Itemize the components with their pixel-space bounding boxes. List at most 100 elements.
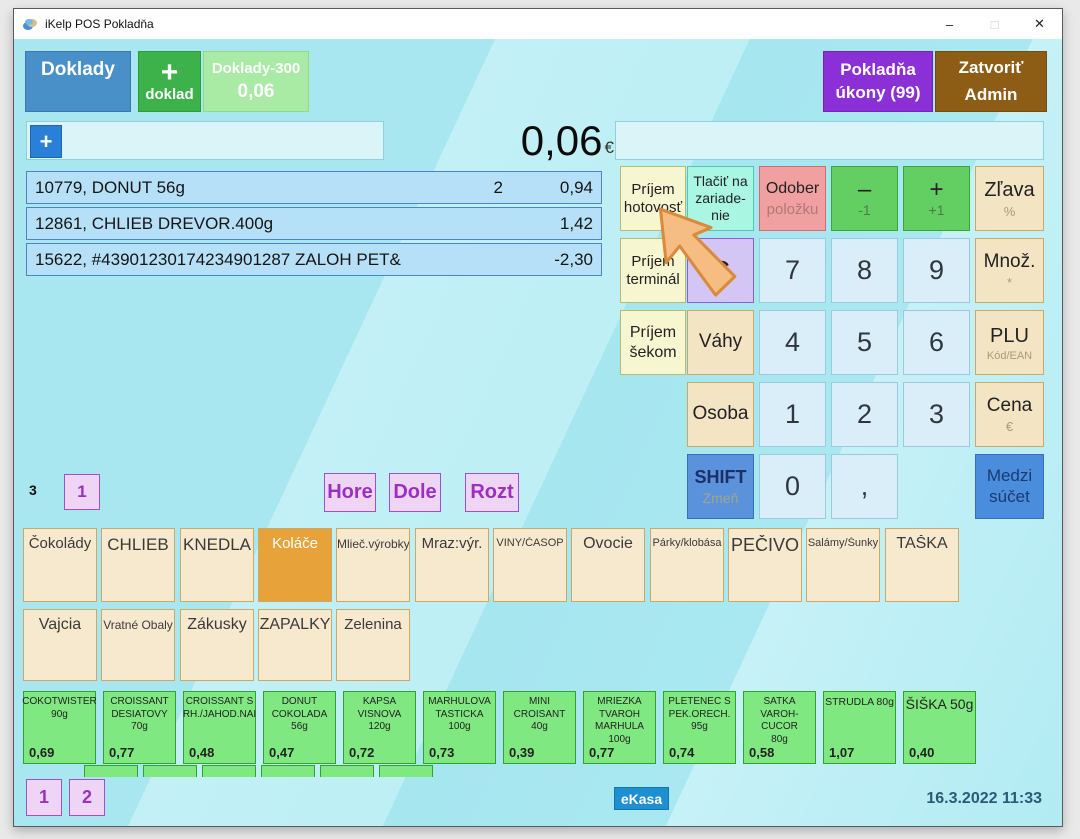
product-mini-croisant[interactable]: MINI CROISANT 40g 0,39 <box>503 691 576 764</box>
shift-sublabel: Zmeň <box>703 490 739 506</box>
digit-2-button[interactable]: 2 <box>831 382 898 447</box>
close-icon[interactable]: ✕ <box>1017 16 1062 32</box>
product-name: MINI CROISANT 40g <box>514 696 566 734</box>
product-page-1-button[interactable]: 1 <box>26 779 62 816</box>
comma-button[interactable]: , <box>831 454 898 519</box>
plus-one-button[interactable]: + +1 <box>903 166 970 231</box>
product-cokotwister[interactable]: COKOTWISTER 90g 0,69 <box>23 691 96 764</box>
receipt-row[interactable]: 12861, CHLIEB DREVOR.400g 1,42 <box>26 207 602 240</box>
digit-9-button[interactable]: 9 <box>903 238 970 303</box>
zatvorit-admin-button[interactable]: Zatvoriť Admin <box>935 51 1047 112</box>
dole-button[interactable]: Dole <box>389 473 441 512</box>
product-croissant-desiatovy[interactable]: CROISSANT DESIATOVY 70g 0,77 <box>103 691 176 764</box>
page-1-button[interactable]: 1 <box>64 474 100 510</box>
category-cokolady[interactable]: Čokolády <box>23 528 97 602</box>
minus-one-button[interactable]: – -1 <box>831 166 898 231</box>
rozt-button[interactable]: Rozt <box>465 473 519 512</box>
category-label: Vajcia <box>39 616 81 634</box>
hore-label: Hore <box>327 481 373 504</box>
category-label: Zákusky <box>187 616 247 634</box>
mnozstvo-button[interactable]: Množ. * <box>975 238 1044 303</box>
product-strudla[interactable]: STRUDLA 80g 1,07 <box>823 691 896 764</box>
category-zelenina[interactable]: Zelenina <box>336 609 410 681</box>
item-entry-input[interactable]: + <box>26 121 384 160</box>
category-parky-klobasy[interactable]: Párky/klobása <box>650 528 724 602</box>
category-mrazene-vyrobky[interactable]: Mraz:výr. <box>415 528 489 602</box>
product-siska[interactable]: ŠIŠKA 50g 0,40 <box>903 691 976 764</box>
product-button-clipped[interactable] <box>143 765 197 777</box>
maximize-icon[interactable]: □ <box>972 17 1017 32</box>
digit-6-button[interactable]: 6 <box>903 310 970 375</box>
product-pletenec[interactable]: PLETENEC S PEK.ORECH. 95g 0,74 <box>663 691 736 764</box>
category-zakusky[interactable]: Zákusky <box>180 609 254 681</box>
add-item-button[interactable]: + <box>30 125 62 158</box>
add-doklad-button[interactable]: + doklad <box>138 51 201 112</box>
medzisucet-button[interactable]: Medzi súčet <box>975 454 1044 519</box>
shift-button[interactable]: SHIFT Zmeň <box>687 454 754 519</box>
receipt-row[interactable]: 15622, #43901230174234901287 ZALOH PET& … <box>26 243 602 276</box>
category-mliecne-vyrobky[interactable]: Mlieč.výrobky <box>336 528 410 602</box>
tlacit-na-zariadenie-button[interactable]: Tlačiť na zariade- nie <box>687 166 754 231</box>
category-chlieb[interactable]: CHLIEB <box>101 528 175 602</box>
category-label: Koláče <box>272 535 318 552</box>
digit-1-button[interactable]: 1 <box>759 382 826 447</box>
item-name: 12861, CHLIEB DREVOR.400g <box>35 214 453 234</box>
category-vajcia[interactable]: Vajcia <box>23 609 97 681</box>
product-name: PLETENEC S PEK.ORECH. 95g <box>668 696 730 734</box>
product-croissant-jahoda[interactable]: CROISSANT S RH./JAHOD.NAI 0,48 <box>183 691 256 764</box>
barcode-input[interactable] <box>615 121 1044 160</box>
product-marhulova-tasticka[interactable]: MARHULOVA TASTICKA 100g 0,73 <box>423 691 496 764</box>
category-vratne-obaly[interactable]: Vratné Obaly <box>101 609 175 681</box>
digit-5-label: 5 <box>857 326 872 358</box>
digit-7-button[interactable]: 7 <box>759 238 826 303</box>
plu-button[interactable]: PLU Kód/EAN <box>975 310 1044 375</box>
zlava-button[interactable]: Zľava % <box>975 166 1044 231</box>
minimize-icon[interactable]: – <box>927 17 972 32</box>
product-donut-cokolada[interactable]: DONUT COKOLADA 56g 0,47 <box>263 691 336 764</box>
category-pecivo[interactable]: PEČIVO <box>728 528 802 602</box>
digit-3-button[interactable]: 3 <box>903 382 970 447</box>
product-button-clipped[interactable] <box>320 765 374 777</box>
zatvorit-admin-label: Zatvoriť Admin <box>959 55 1024 108</box>
cena-sublabel: € <box>1006 419 1013 434</box>
category-taska[interactable]: TAŠKA <box>885 528 959 602</box>
product-name: ŠIŠKA 50g <box>906 696 974 714</box>
mnozstvo-sublabel: * <box>1007 275 1012 290</box>
doklady-counter-badge[interactable]: Doklady-300 0,06 <box>203 51 309 112</box>
prijem-hotovost-button[interactable]: Príjem hotovosť <box>620 166 686 231</box>
category-zapalky[interactable]: ZAPALKY <box>258 609 332 681</box>
plus-icon: + <box>929 180 943 200</box>
odober-polozku-button[interactable]: Odober položku <box>759 166 826 231</box>
cena-button[interactable]: Cena € <box>975 382 1044 447</box>
category-salamy-sunky[interactable]: Salámy/Šunky <box>806 528 880 602</box>
prijem-hotovost-label: Príjem hotovosť <box>624 181 682 217</box>
product-button-clipped[interactable] <box>202 765 256 777</box>
vahy-button[interactable]: Váhy <box>687 310 754 375</box>
category-noviny-casopisy[interactable]: VINY/ČASOP <box>493 528 567 602</box>
receipt-row[interactable]: 10779, DONUT 56g 2 0,94 <box>26 171 602 204</box>
product-button-clipped[interactable] <box>84 765 138 777</box>
category-kolace-selected[interactable]: Koláče <box>258 528 332 602</box>
product-button-clipped[interactable] <box>379 765 433 777</box>
digit-0-button[interactable]: 0 <box>759 454 826 519</box>
digit-8-button[interactable]: 8 <box>831 238 898 303</box>
pokladna-ukony-button[interactable]: Pokladňa úkony (99) <box>823 51 933 112</box>
prijem-sekom-label: Príjem šekom <box>629 323 676 361</box>
product-name: MARHULOVA TASTICKA 100g <box>428 696 491 734</box>
category-ovocie[interactable]: Ovocie <box>571 528 645 602</box>
product-satka-tvaroh[interactable]: SATKA VAROH-CUCOR 80g 0,58 <box>743 691 816 764</box>
page-counter: 3 <box>29 482 37 498</box>
product-mriezka-tvaroh[interactable]: MRIEZKA TVAROH MARHULA 100g 0,77 <box>583 691 656 764</box>
product-kapsa-visnova[interactable]: KAPSA VISNOVA 120g 0,72 <box>343 691 416 764</box>
prijem-terminal-button[interactable]: Príjem terminál <box>620 238 686 303</box>
doklady-button[interactable]: Doklady <box>25 51 131 112</box>
prijem-sekom-button[interactable]: Príjem šekom <box>620 310 686 375</box>
digit-4-button[interactable]: 4 <box>759 310 826 375</box>
product-button-clipped[interactable] <box>261 765 315 777</box>
digit-5-button[interactable]: 5 <box>831 310 898 375</box>
osoba-button[interactable]: Osoba <box>687 382 754 447</box>
product-page-2-button[interactable]: 2 <box>69 779 105 816</box>
hore-button[interactable]: Hore <box>324 473 376 512</box>
clear-button[interactable]: C <box>687 238 754 303</box>
category-knedla[interactable]: KNEDLA <box>180 528 254 602</box>
